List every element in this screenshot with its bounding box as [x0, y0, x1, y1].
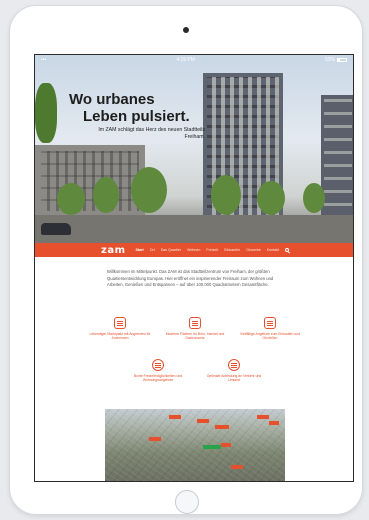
nav-item-quartier[interactable]: Das Quartier: [161, 248, 181, 252]
building-left-image: [35, 145, 145, 217]
street-ground: [35, 215, 353, 243]
hero-subtitle: Im ZAM schlägt das Herz des neuen Stadtt…: [98, 127, 205, 140]
shopping-bag-icon: [264, 317, 276, 329]
tree-image: [57, 183, 85, 215]
map-marker[interactable]: [149, 437, 161, 441]
intro-text: Willkommen im Mittelpunkt. Das ZAM ist d…: [107, 269, 274, 288]
battery-indicator: 53%: [325, 57, 347, 63]
map-marker[interactable]: [231, 465, 243, 469]
home-button[interactable]: [175, 490, 199, 514]
feature-item: Bunte Freizeitmöglichkeiten und Wohnungs…: [127, 359, 189, 383]
feature-text: Moderne Flächen für Büro, Handel und Gas…: [165, 332, 225, 341]
hero-title-line2: Leben pulsiert.: [83, 108, 190, 125]
leisure-icon: [152, 359, 164, 371]
hero-banner: Wo urbanes Leben pulsiert. Im ZAM schläg…: [35, 55, 353, 243]
nav-item-wohnen[interactable]: Wohnen: [187, 248, 200, 252]
map-marker-zam[interactable]: [203, 445, 221, 449]
apartment-icon: [114, 317, 126, 329]
feature-item: Moderne Flächen für Büro, Handel und Gas…: [164, 317, 226, 341]
feature-item: Vielfältige Angebote zum Einkaufen und G…: [239, 317, 301, 341]
tablet-frame: ••• 4:19 PM 53% Wo urbanes Leben pulsier…: [10, 6, 362, 514]
main-navigation: zam Start Ort Das Quartier Wohnen Freize…: [35, 243, 353, 257]
status-time: 4:19 PM: [176, 56, 195, 63]
feature-text: Vielfältige Angebote zum Einkaufen und G…: [240, 332, 300, 341]
nav-item-freizeit[interactable]: Freizeit: [206, 248, 218, 252]
search-icon[interactable]: [284, 248, 289, 252]
feature-item: Optimale Anbindung an Verkehr und Umland: [203, 359, 265, 383]
feature-text: Bunte Freizeitmöglichkeiten und Wohnungs…: [133, 374, 183, 383]
zam-logo[interactable]: zam: [101, 245, 126, 256]
screen: ••• 4:19 PM 53% Wo urbanes Leben pulsier…: [34, 54, 354, 482]
tree-image: [131, 167, 167, 213]
hero-title: Wo urbanes Leben pulsiert.: [69, 91, 190, 125]
hero-title-line1: Wo urbanes: [69, 91, 155, 108]
tree-image: [303, 183, 325, 213]
map-marker[interactable]: [257, 415, 269, 419]
front-camera: [183, 27, 189, 33]
feature-text: Lebendiger Marktplatz mit Angeboten für …: [89, 332, 151, 341]
tree-image: [257, 181, 285, 215]
status-bar: ••• 4:19 PM 53%: [35, 55, 353, 64]
car-image: [41, 223, 71, 235]
feature-text: Optimale Anbindung an Verkehr und Umland: [206, 374, 262, 383]
feature-item: Lebendiger Marktplatz mit Angeboten für …: [89, 317, 151, 341]
building-icon: [189, 317, 201, 329]
map-marker[interactable]: [221, 443, 231, 447]
building-right-image: [321, 95, 353, 219]
tree-image: [93, 177, 119, 213]
nav-item-start[interactable]: Start: [136, 248, 144, 252]
tree-image: [35, 83, 57, 143]
map-marker[interactable]: [269, 421, 279, 425]
check-icon: [228, 359, 240, 371]
nav-item-gewerbe[interactable]: Gewerbe: [246, 248, 261, 252]
tree-image: [211, 175, 241, 215]
aerial-map-image: [105, 409, 285, 481]
nav-item-kontakt[interactable]: Kontakt: [267, 248, 279, 252]
map-marker[interactable]: [197, 419, 209, 423]
nav-item-ort[interactable]: Ort: [150, 248, 155, 252]
battery-percent: 53%: [324, 56, 335, 63]
map-marker[interactable]: [169, 415, 181, 419]
map-marker[interactable]: [215, 425, 229, 429]
battery-icon: [337, 57, 347, 62]
nav-item-einkaufen[interactable]: Einkaufen: [224, 248, 240, 252]
